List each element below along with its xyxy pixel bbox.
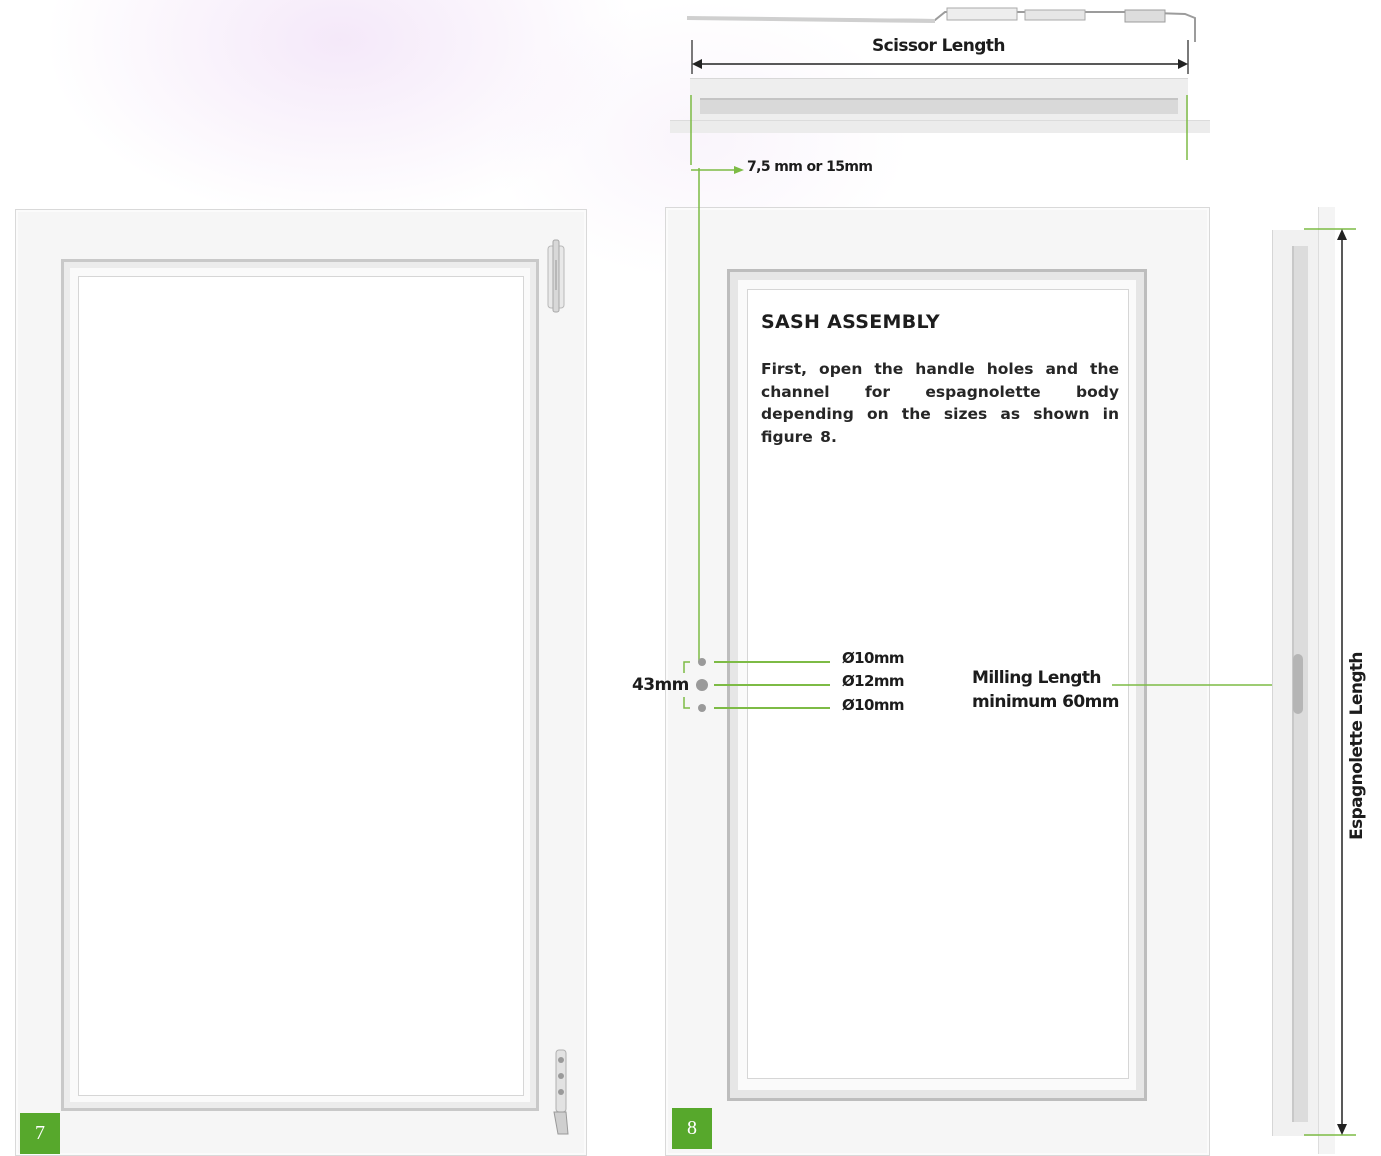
milling-length-label: Milling Length	[972, 668, 1101, 688]
handle-holes-diagram	[683, 658, 830, 712]
sash-assembly-instructions: First, open the handle holes and the cha…	[761, 360, 1119, 446]
hole-10mm-top	[698, 658, 706, 666]
hole-diameter-center-label: Ø12mm	[842, 672, 904, 690]
glass-pane-figure-7	[78, 276, 524, 1096]
figure-number-7: 7	[20, 1113, 60, 1154]
offset-label: 7,5 mm or 15mm	[747, 159, 873, 175]
scissor-length-dimension-arrow	[691, 40, 1189, 74]
bottom-hinge-icon	[553, 1049, 569, 1135]
hole-diameter-bottom-label: Ø10mm	[842, 696, 904, 714]
sash-center-guide-line	[698, 168, 700, 662]
sash-assembly-title: SASH ASSEMBLY	[761, 311, 940, 333]
hole-10mm-bottom	[698, 704, 706, 712]
figure-number-8: 8	[672, 1108, 712, 1149]
top-profile-guides	[690, 95, 1188, 165]
milling-minimum-label: minimum 60mm	[972, 692, 1119, 712]
espagnolette-length-label: Espagnolette Length	[1347, 652, 1367, 840]
hole-diameter-top-label: Ø10mm	[842, 649, 904, 667]
hole-12mm-center	[696, 679, 708, 691]
top-hinge-icon	[547, 239, 565, 313]
